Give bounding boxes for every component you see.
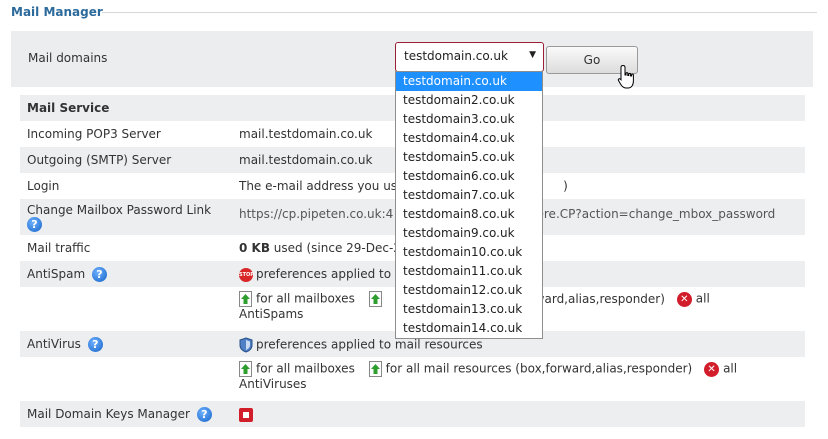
domain-option[interactable]: testdomain.co.uk <box>396 72 542 91</box>
login-label: Login <box>27 179 60 193</box>
pwd-label-cell: Change Mailbox Password Link ? <box>20 199 232 235</box>
antivirus-resources[interactable]: for all mail resources (box,forward,alia… <box>386 362 693 376</box>
antivirus-all-2[interactable]: AntiViruses <box>239 377 307 391</box>
domain-select-value: testdomain.co.uk <box>404 49 508 63</box>
hand-cursor-icon <box>617 64 634 89</box>
domain-option[interactable]: testdomain2.co.uk <box>396 91 542 110</box>
pwd-label: Change Mailbox Password Link <box>27 203 212 217</box>
pwd-value-start[interactable]: https://cp.pipeten.co.uk:4 <box>239 207 393 221</box>
help-icon[interactable]: ? <box>196 407 212 422</box>
help-icon[interactable]: ? <box>27 217 42 232</box>
login-value: The e-mail address you us <box>239 179 398 193</box>
domain-option[interactable]: testdomain13.co.uk <box>396 300 542 319</box>
antivirus-pref[interactable]: preferences applied to mail resources <box>256 338 483 352</box>
domain-option[interactable]: testdomain11.co.uk <box>396 262 542 281</box>
help-icon[interactable]: ? <box>91 267 107 282</box>
smtp-label: Outgoing (SMTP) Server <box>20 147 232 173</box>
section-rule <box>102 12 817 13</box>
antispam-pref[interactable]: preferences applied to <box>256 267 391 281</box>
table-row: for all mailboxes for all mail resources… <box>20 357 805 401</box>
antispam-all[interactable]: all <box>696 292 710 306</box>
help-icon[interactable]: ? <box>87 337 103 352</box>
dkim-label-cell: Mail Domain Keys Manager ? <box>20 401 232 427</box>
shield-icon <box>239 337 253 353</box>
dkim-status-icon[interactable] <box>239 407 253 422</box>
domain-option[interactable]: testdomain4.co.uk <box>396 129 542 148</box>
pwd-value-end[interactable]: phere.CP?action=change_mbox_password <box>521 207 775 221</box>
add-green-icon[interactable] <box>368 291 382 307</box>
domain-option[interactable]: testdomain14.co.uk <box>396 319 542 338</box>
dkim-cell <box>232 401 805 427</box>
antivirus-options: for all mailboxes for all mail resources… <box>232 357 805 401</box>
table-row: Mail Domain Keys Manager ? <box>20 401 805 427</box>
pop3-label: Incoming POP3 Server <box>27 127 161 141</box>
stop-icon: STOP <box>239 267 254 282</box>
dkim-label: Mail Domain Keys Manager <box>27 407 190 421</box>
add-green-icon[interactable] <box>239 291 252 307</box>
domain-option[interactable]: testdomain5.co.uk <box>396 148 542 167</box>
antivirus-all[interactable]: all <box>723 362 737 376</box>
antivirus-label-cell: AntiVirus ? <box>20 331 232 357</box>
chevron-down-icon: ▼ <box>529 50 536 60</box>
traffic-amount: 0 KB <box>239 241 270 255</box>
domain-option[interactable]: testdomain6.co.uk <box>396 167 542 186</box>
domain-option[interactable]: testdomain3.co.uk <box>396 110 542 129</box>
antispam-label-cell: AntiSpam ? <box>20 261 232 287</box>
antispam-label: AntiSpam <box>27 267 86 281</box>
close-icon[interactable]: ✕ <box>704 361 720 377</box>
antispam-all-2[interactable]: AntiSpams <box>239 307 303 321</box>
antispam-all-mailboxes[interactable]: for all mailboxes <box>256 292 355 306</box>
antivirus-label: AntiVirus <box>27 337 81 351</box>
domain-select[interactable]: testdomain.co.uk ▼ <box>395 42 544 72</box>
login-tail: ) <box>563 179 568 193</box>
domain-option[interactable]: testdomain10.co.uk <box>396 243 542 262</box>
close-icon[interactable]: ✕ <box>676 291 692 307</box>
domain-label: Mail domains <box>28 51 108 65</box>
traffic-rest: used (since 29-Dec-2 <box>269 241 401 255</box>
add-green-icon[interactable] <box>239 361 252 377</box>
section-title: Mail Manager <box>11 5 103 19</box>
domain-option[interactable]: testdomain9.co.uk <box>396 224 542 243</box>
add-green-icon[interactable] <box>368 361 382 377</box>
domain-option[interactable]: testdomain12.co.uk <box>396 281 542 300</box>
domain-option[interactable]: testdomain7.co.uk <box>396 186 542 205</box>
traffic-label: Mail traffic <box>27 241 91 255</box>
antivirus-all-mailboxes[interactable]: for all mailboxes <box>256 362 355 376</box>
domain-option[interactable]: testdomain8.co.uk <box>396 205 542 224</box>
domain-dropdown-list: testdomain.co.uk testdomain2.co.uk testdom… <box>395 71 543 339</box>
